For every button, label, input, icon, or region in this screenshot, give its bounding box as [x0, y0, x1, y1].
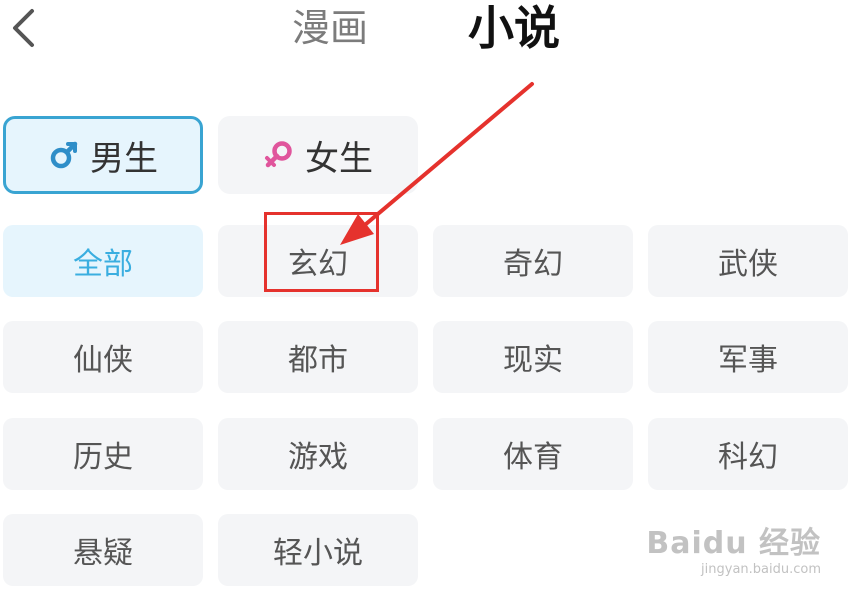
gender-female-button[interactable]: 女生	[218, 116, 418, 194]
category-qihuan[interactable]: 奇幻	[433, 225, 633, 297]
category-xuanyi[interactable]: 悬疑	[3, 514, 203, 586]
category-xianxia[interactable]: 仙侠	[3, 321, 203, 393]
tab-novel[interactable]: 小说	[468, 0, 560, 56]
category-xianshi[interactable]: 现实	[433, 321, 633, 393]
gender-male-label: 男生	[90, 138, 158, 179]
category-qingxiaoshuo[interactable]: 轻小说	[218, 514, 418, 586]
gender-male-button[interactable]: 男生	[3, 116, 203, 194]
category-kehuan[interactable]: 科幻	[648, 418, 848, 490]
category-junshi[interactable]: 军事	[648, 321, 848, 393]
female-symbol-icon	[265, 141, 292, 168]
category-all[interactable]: 全部	[3, 225, 203, 297]
category-xuanhuan[interactable]: 玄幻	[218, 225, 418, 297]
category-wuxia[interactable]: 武侠	[648, 225, 848, 297]
male-symbol-icon	[50, 141, 78, 169]
category-dushi[interactable]: 都市	[218, 321, 418, 393]
category-lishi[interactable]: 历史	[3, 418, 203, 490]
watermark-url: jingyan.baidu.com	[701, 562, 821, 577]
category-tiyu[interactable]: 体育	[433, 418, 633, 490]
back-chevron-icon[interactable]	[6, 6, 42, 50]
gender-female-label: 女生	[305, 138, 373, 179]
tab-manga[interactable]: 漫画	[292, 0, 368, 56]
category-youxi[interactable]: 游戏	[218, 418, 418, 490]
watermark: Baidu 经验 jingyan.baidu.com	[646, 518, 821, 577]
watermark-logo-text: Baidu 经验	[646, 526, 821, 561]
